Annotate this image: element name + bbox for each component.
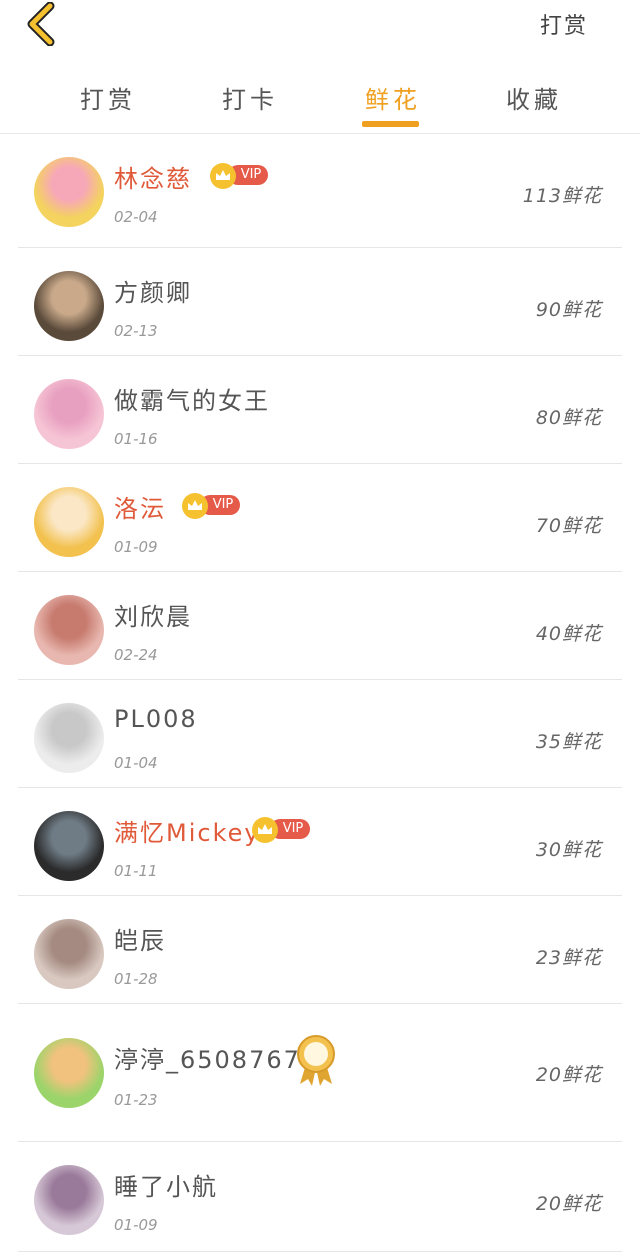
tab-favorites[interactable]: 收藏 bbox=[506, 80, 562, 115]
active-tab-indicator bbox=[362, 121, 419, 127]
date-label: 02-04 bbox=[114, 208, 158, 226]
medal-icon bbox=[294, 1034, 338, 1086]
date-label: 02-13 bbox=[114, 322, 158, 340]
user-name: 睡了小航 bbox=[114, 1173, 218, 1201]
list-item[interactable]: 渟渟_650876779 01-23 20鲜花 bbox=[18, 1004, 622, 1142]
tab-reward[interactable]: 打赏 bbox=[80, 80, 136, 115]
flower-count: 80鲜花 bbox=[535, 407, 602, 429]
flower-count: 23鲜花 bbox=[535, 947, 602, 969]
user-name: PL008 bbox=[114, 705, 198, 733]
chevron-left-icon bbox=[27, 1, 55, 47]
user-name: 满忆Mickey bbox=[114, 819, 261, 847]
flower-count: 40鲜花 bbox=[535, 623, 602, 645]
crown-icon bbox=[182, 493, 208, 519]
avatar[interactable] bbox=[34, 487, 104, 557]
list-item[interactable]: 皑辰 01-28 23鲜花 bbox=[18, 896, 622, 1004]
flower-count: 113鲜花 bbox=[522, 185, 602, 207]
avatar[interactable] bbox=[34, 157, 104, 227]
date-label: 01-16 bbox=[114, 430, 158, 448]
avatar[interactable] bbox=[34, 379, 104, 449]
user-name: 方颜卿 bbox=[114, 279, 192, 307]
date-label: 01-04 bbox=[114, 754, 158, 772]
flower-ranking-list: 林念慈 VIP 02-04 113鲜花 方颜卿 02-13 90鲜花 做霸气的女王 01-16 8… bbox=[0, 134, 640, 1252]
reward-action-button[interactable]: 打赏 bbox=[540, 8, 588, 40]
avatar[interactable] bbox=[34, 595, 104, 665]
list-item[interactable]: 满忆Mickey VIP 01-11 30鲜花 bbox=[18, 788, 622, 896]
header: 打赏 bbox=[0, 0, 640, 62]
date-label: 01-11 bbox=[114, 862, 158, 880]
tab-flowers[interactable]: 鲜花 bbox=[365, 80, 421, 115]
avatar[interactable] bbox=[34, 1165, 104, 1235]
list-item[interactable]: 做霸气的女王 01-16 80鲜花 bbox=[18, 356, 622, 464]
back-button[interactable] bbox=[22, 1, 62, 47]
date-label: 01-28 bbox=[114, 970, 158, 988]
avatar[interactable] bbox=[34, 271, 104, 341]
list-item[interactable]: 刘欣晨 02-24 40鲜花 bbox=[18, 572, 622, 680]
flower-count: 90鲜花 bbox=[535, 299, 602, 321]
list-item[interactable]: 睡了小航 01-09 20鲜花 bbox=[18, 1142, 622, 1252]
flower-count: 35鲜花 bbox=[535, 731, 602, 753]
crown-icon bbox=[210, 163, 236, 189]
crown-icon bbox=[252, 817, 278, 843]
flower-count: 70鲜花 bbox=[535, 515, 602, 537]
flower-count: 30鲜花 bbox=[535, 839, 602, 861]
tab-bar: 打赏 打卡 鲜花 收藏 bbox=[0, 62, 640, 134]
user-name: 刘欣晨 bbox=[114, 603, 192, 631]
tab-checkin[interactable]: 打卡 bbox=[222, 80, 278, 115]
list-item[interactable]: PL008 01-04 35鲜花 bbox=[18, 680, 622, 788]
flower-count: 20鲜花 bbox=[535, 1193, 602, 1215]
user-name: 洛沄 bbox=[114, 495, 166, 523]
date-label: 01-09 bbox=[114, 1216, 158, 1234]
date-label: 01-23 bbox=[114, 1091, 158, 1109]
list-item[interactable]: 方颜卿 02-13 90鲜花 bbox=[18, 248, 622, 356]
flower-count: 20鲜花 bbox=[535, 1064, 602, 1086]
avatar[interactable] bbox=[34, 811, 104, 881]
avatar[interactable] bbox=[34, 703, 104, 773]
date-label: 02-24 bbox=[114, 646, 158, 664]
list-item[interactable]: 洛沄 VIP 01-09 70鲜花 bbox=[18, 464, 622, 572]
user-name: 做霸气的女王 bbox=[114, 387, 270, 415]
avatar[interactable] bbox=[34, 1038, 104, 1108]
date-label: 01-09 bbox=[114, 538, 158, 556]
user-name: 皑辰 bbox=[114, 927, 166, 955]
avatar[interactable] bbox=[34, 919, 104, 989]
list-item[interactable]: 林念慈 VIP 02-04 113鲜花 bbox=[18, 134, 622, 248]
user-name: 林念慈 bbox=[114, 165, 192, 193]
